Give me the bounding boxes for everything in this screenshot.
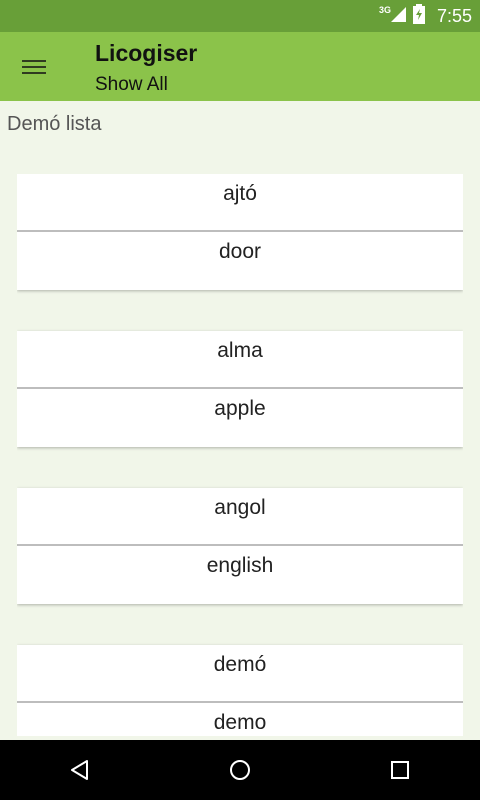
word-card[interactable]: alma apple bbox=[17, 331, 463, 447]
battery-icon bbox=[412, 3, 425, 29]
card-translation: english bbox=[206, 554, 274, 577]
back-icon bbox=[71, 760, 88, 780]
word-card[interactable]: ajtó door bbox=[17, 174, 463, 290]
card-word: alma bbox=[17, 331, 463, 389]
signal-icon bbox=[389, 5, 407, 28]
app-subtitle: Show All bbox=[95, 74, 168, 95]
card-translation: demo bbox=[213, 711, 267, 734]
home-icon bbox=[230, 760, 250, 780]
clock: 7:55 bbox=[436, 5, 472, 26]
back-button[interactable] bbox=[50, 740, 110, 800]
network-type: 3G bbox=[378, 5, 391, 15]
card-word: demó bbox=[17, 645, 463, 703]
hamburger-menu-icon bbox=[22, 58, 46, 76]
home-button[interactable] bbox=[210, 740, 270, 800]
recents-button[interactable] bbox=[370, 740, 430, 800]
status-bar: 3G 7:55 bbox=[0, 0, 480, 32]
menu-button[interactable] bbox=[14, 49, 54, 85]
navigation-bar bbox=[0, 740, 480, 800]
card-list: ajtó door alma apple angol english demó … bbox=[17, 174, 463, 736]
recents-icon bbox=[391, 761, 409, 779]
word-card[interactable]: demó demo bbox=[17, 645, 463, 736]
list-name: Demó lista bbox=[7, 113, 102, 135]
app-bar: Licogiser Show All bbox=[0, 32, 480, 101]
card-translation: door bbox=[218, 240, 262, 263]
status-icons: 3G 7:55 bbox=[371, 0, 472, 32]
app-title: Licogiser bbox=[95, 40, 198, 66]
word-card[interactable]: angol english bbox=[17, 488, 463, 604]
card-translation: apple bbox=[214, 397, 266, 420]
card-word: ajtó bbox=[17, 174, 463, 232]
card-word: angol bbox=[17, 488, 463, 546]
